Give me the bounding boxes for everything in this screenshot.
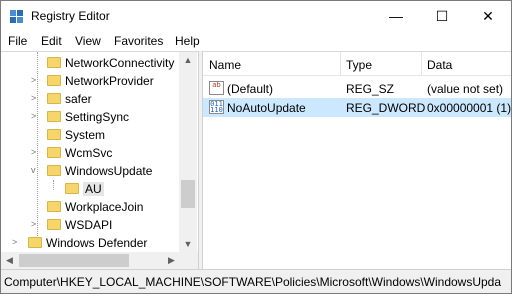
folder-icon [47,219,61,230]
title-bar[interactable]: Registry Editor — ☐ ✕ [1,1,511,31]
menu-file[interactable]: File [8,34,27,48]
value-row-default[interactable]: ab (Default) REG_SZ (value not set) [203,79,511,98]
chevron-right-icon[interactable]: > [31,147,36,157]
value-name: (Default) [227,82,274,96]
tree-item-label: Windows Defender [46,236,148,250]
menu-favorites[interactable]: Favorites [114,34,163,48]
folder-icon [47,57,61,68]
tree-item-label: AU [83,182,104,196]
chevron-right-icon[interactable]: > [31,219,36,229]
tree-item-windows-defender[interactable]: > Windows Defender [1,234,179,252]
value-type: REG_SZ [346,82,395,96]
status-bar: Computer\HKEY_LOCAL_MACHINE\SOFTWARE\Pol… [1,269,511,293]
tree-item-label: NetworkProvider [65,74,154,88]
scroll-down-icon[interactable]: ▼ [179,236,197,252]
folder-icon [47,201,61,212]
tree-item-label: SettingSync [65,110,130,124]
scroll-left-icon[interactable]: ◀ [1,252,18,269]
tree-item-label: System [65,128,106,142]
value-data: 0x00000001 (1) [427,101,512,115]
scrollbar-corner [180,252,198,269]
string-value-icon: ab [209,81,224,95]
tree-item-networkprovider[interactable]: > NetworkProvider [1,72,179,90]
menu-edit[interactable]: Edit [41,34,62,48]
tree-item-settingsync[interactable]: > SettingSync [1,108,179,126]
folder-icon [47,165,61,176]
maximize-icon: ☐ [435,7,449,24]
minimize-icon: — [389,8,403,24]
tree-item-label: NetworkConnectivity [65,56,175,70]
value-row-noautoupdate[interactable]: 011 110 NoAutoUpdate REG_DWORD 0x0000000… [203,98,511,117]
tree-horizontal-scrollbar[interactable]: ◀ ▶ [1,252,198,269]
tree-vertical-scrollbar[interactable]: ▲ ▼ [179,52,197,252]
folder-icon [47,93,61,104]
tree-item-au[interactable]: AU [1,180,179,198]
column-header-name[interactable]: Name [209,58,241,72]
tree-item-wsdapi[interactable]: > WSDAPI [1,216,179,234]
menu-view[interactable]: View [75,34,101,48]
column-divider[interactable] [421,52,422,76]
tree-item-label: WindowsUpdate [65,164,153,178]
folder-icon [28,237,42,248]
registry-editor-window: Registry Editor — ☐ ✕ File Edit View Fav… [0,0,512,294]
tree-item-workplacejoin[interactable]: WorkplaceJoin [1,198,179,216]
registry-key-tree[interactable]: NetworkConnectivity > NetworkProvider > … [1,51,198,252]
column-divider[interactable] [340,52,341,76]
window-title: Registry Editor [31,9,110,23]
registry-path[interactable]: Computer\HKEY_LOCAL_MACHINE\SOFTWARE\Pol… [4,275,509,289]
folder-icon [47,75,61,86]
chevron-right-icon[interactable]: > [31,111,36,121]
list-header: Name Type Data [203,52,511,76]
registry-values-list[interactable]: Name Type Data ab (Default) REG_SZ (valu… [203,51,511,269]
value-type: REG_DWORD [346,101,426,115]
tree-item-label: WorkplaceJoin [65,200,144,214]
scrollbar-thumb[interactable] [19,254,129,267]
minimize-button[interactable]: — [373,1,419,31]
folder-icon [47,111,61,122]
tree-item-safer[interactable]: > safer [1,90,179,108]
tree-item-networkconnectivity[interactable]: NetworkConnectivity [1,54,179,72]
folder-icon [47,147,61,158]
scroll-up-icon[interactable]: ▲ [179,52,197,69]
menu-bar: File Edit View Favorites Help [1,31,511,51]
folder-icon [47,129,61,140]
chevron-right-icon[interactable]: > [12,237,17,247]
folder-icon [65,183,79,194]
chevron-down-icon[interactable]: v [31,165,36,175]
registry-editor-icon [10,10,23,23]
chevron-right-icon[interactable]: > [31,75,36,85]
column-header-data[interactable]: Data [427,58,452,72]
tree-item-system[interactable]: System [1,126,179,144]
close-button[interactable]: ✕ [465,1,511,31]
menu-help[interactable]: Help [175,34,200,48]
scrollbar-thumb[interactable] [181,180,195,208]
tree-item-windowsupdate[interactable]: v WindowsUpdate [1,162,179,180]
scroll-right-icon[interactable]: ▶ [163,252,180,269]
tree-item-label: safer [65,92,92,106]
value-name: NoAutoUpdate [227,101,306,115]
tree-item-wcmsvc[interactable]: > WcmSvc [1,144,179,162]
value-data: (value not set) [427,82,504,96]
tree-item-label: WSDAPI [65,218,113,232]
chevron-right-icon[interactable]: > [31,93,36,103]
close-icon: ✕ [482,7,494,24]
binary-value-icon: 011 110 [209,100,224,114]
tree-item-label: WcmSvc [65,146,113,160]
maximize-button[interactable]: ☐ [419,1,465,31]
column-header-type[interactable]: Type [346,58,372,72]
